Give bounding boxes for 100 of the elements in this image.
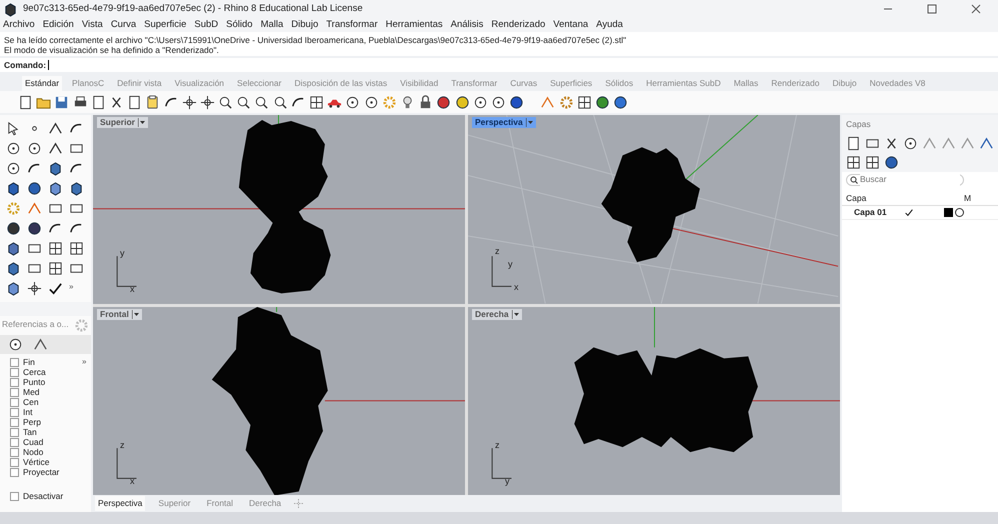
sphere-icon[interactable]	[454, 94, 470, 110]
caret-icon[interactable]	[132, 310, 139, 318]
magnifier-icon[interactable]	[254, 94, 270, 110]
sphere-icon[interactable]	[613, 94, 628, 110]
menu-item[interactable]: Dibujo	[291, 18, 318, 32]
toolbar-tab[interactable]: Herramientas SubD	[643, 76, 724, 91]
viewport-label[interactable]: Perspectiva	[472, 117, 536, 128]
checkbox[interactable]	[10, 418, 19, 426]
checkbox[interactable]	[10, 388, 19, 396]
toolbar-tab[interactable]: PlanosC	[69, 76, 108, 91]
viewport-label[interactable]: Superior	[97, 117, 148, 128]
page-icon[interactable]	[127, 94, 142, 110]
menu-item[interactable]: Archivo	[3, 18, 35, 32]
circle-icon[interactable]	[472, 94, 488, 110]
grid-icon[interactable]	[846, 154, 861, 170]
toolbar-tab[interactable]: Estándar	[22, 76, 62, 91]
caret-icon[interactable]	[526, 118, 533, 127]
cursor-icon[interactable]	[6, 121, 21, 136]
sphere-icon[interactable]	[509, 94, 524, 110]
toolbar-tab[interactable]: Dibujo	[829, 76, 860, 91]
grid-icon[interactable]	[576, 94, 592, 110]
check-icon[interactable]	[904, 208, 914, 218]
circle-icon[interactable]	[364, 94, 379, 110]
sphere-icon[interactable]	[27, 221, 42, 236]
color-swatch[interactable]	[944, 208, 953, 217]
checkbox[interactable]	[10, 428, 19, 436]
printer-icon[interactable]	[72, 94, 88, 110]
menu-item[interactable]: Ayuda	[596, 18, 623, 32]
circle-icon[interactable]	[490, 94, 506, 110]
menu-item[interactable]: Malla	[260, 18, 284, 32]
menu-item[interactable]: Edición	[42, 18, 74, 32]
crosshair-icon[interactable]	[182, 94, 197, 110]
circle-icon[interactable]	[8, 337, 23, 352]
magnifier-icon[interactable]	[236, 94, 252, 110]
toolbar-tab[interactable]: Novedades V8	[866, 76, 928, 91]
cube-icon[interactable]	[48, 181, 63, 196]
toolbar-tab[interactable]: Curvas	[507, 76, 540, 91]
magnifier-icon[interactable]	[272, 94, 288, 110]
toolbar-tab[interactable]: Visualización	[172, 76, 228, 91]
toolbar-tab[interactable]: Superficies	[547, 76, 596, 91]
menu-item[interactable]: Sólido	[226, 18, 253, 32]
layer-name[interactable]: Capa 01	[854, 206, 904, 219]
toolbar-tab[interactable]: Visibilidad	[397, 76, 442, 91]
menu-item[interactable]: Superficie	[144, 18, 186, 32]
cube-icon[interactable]	[6, 241, 21, 256]
check-icon[interactable]	[48, 281, 63, 296]
circle-icon[interactable]	[345, 94, 360, 110]
checkbox[interactable]	[10, 408, 19, 416]
toolbar-tab[interactable]: Mallas	[730, 76, 762, 91]
circle-icon[interactable]	[903, 136, 918, 151]
magnifier-icon[interactable]	[218, 94, 234, 110]
cube-icon[interactable]	[6, 261, 21, 276]
viewport-tab[interactable]: Derecha	[246, 496, 284, 511]
grid-icon[interactable]	[48, 241, 63, 256]
checkbox[interactable]	[10, 458, 19, 466]
viewport-tab[interactable]: Perspectiva	[95, 496, 146, 511]
circle-icon[interactable]	[6, 161, 21, 176]
toolbar-tab[interactable]: Definir vista	[114, 76, 165, 91]
sphere-icon[interactable]	[436, 94, 452, 110]
expand-button[interactable]: »	[82, 356, 86, 368]
caret-icon[interactable]	[138, 118, 145, 127]
page-icon[interactable]	[846, 136, 861, 151]
menu-item[interactable]: Ventana	[553, 18, 588, 32]
grid-icon[interactable]	[69, 241, 84, 256]
material-icon[interactable]	[955, 208, 964, 217]
cube-icon[interactable]	[6, 281, 21, 296]
search-field[interactable]: Buscar	[846, 174, 964, 186]
menu-item[interactable]: Vista	[82, 18, 103, 32]
page-icon[interactable]	[90, 94, 106, 110]
checkbox[interactable]	[10, 368, 19, 376]
menu-item[interactable]: Transformar	[326, 18, 378, 32]
toolbar-tab[interactable]: Disposición de las vistas	[291, 76, 390, 91]
menu-item[interactable]: Renderizado	[491, 18, 546, 32]
menu-item[interactable]: Curva	[110, 18, 136, 32]
sphere-icon[interactable]	[6, 221, 21, 236]
toolbar-tab[interactable]: Sólidos	[602, 76, 636, 91]
clipboard-icon[interactable]	[145, 94, 160, 110]
viewport-tab[interactable]: Frontal	[204, 496, 236, 511]
cube-icon[interactable]	[48, 161, 63, 176]
checkbox[interactable]	[10, 438, 19, 446]
circle-icon[interactable]	[6, 141, 21, 156]
grid-icon[interactable]	[865, 154, 880, 170]
menu-item[interactable]: SubD	[194, 18, 218, 32]
checkbox[interactable]	[10, 468, 19, 476]
checkbox[interactable]	[10, 448, 19, 456]
cube-icon[interactable]	[6, 181, 21, 196]
sphere-icon[interactable]	[884, 154, 899, 170]
cube-icon[interactable]	[69, 181, 84, 196]
page-icon[interactable]	[18, 94, 33, 110]
sphere-icon[interactable]	[595, 94, 610, 110]
caret-icon[interactable]	[512, 310, 519, 318]
grid-icon[interactable]	[309, 94, 324, 110]
viewport-tab[interactable]: Superior	[155, 496, 194, 511]
grid-icon[interactable]	[48, 261, 63, 276]
checkbox[interactable]	[10, 398, 19, 406]
toolbar-tab[interactable]: Seleccionar	[234, 76, 284, 91]
circle-icon[interactable]	[27, 141, 42, 156]
toolbar-tab[interactable]: Renderizado	[768, 76, 822, 91]
viewport-label[interactable]: Frontal	[97, 308, 142, 320]
checkbox[interactable]	[10, 492, 19, 500]
